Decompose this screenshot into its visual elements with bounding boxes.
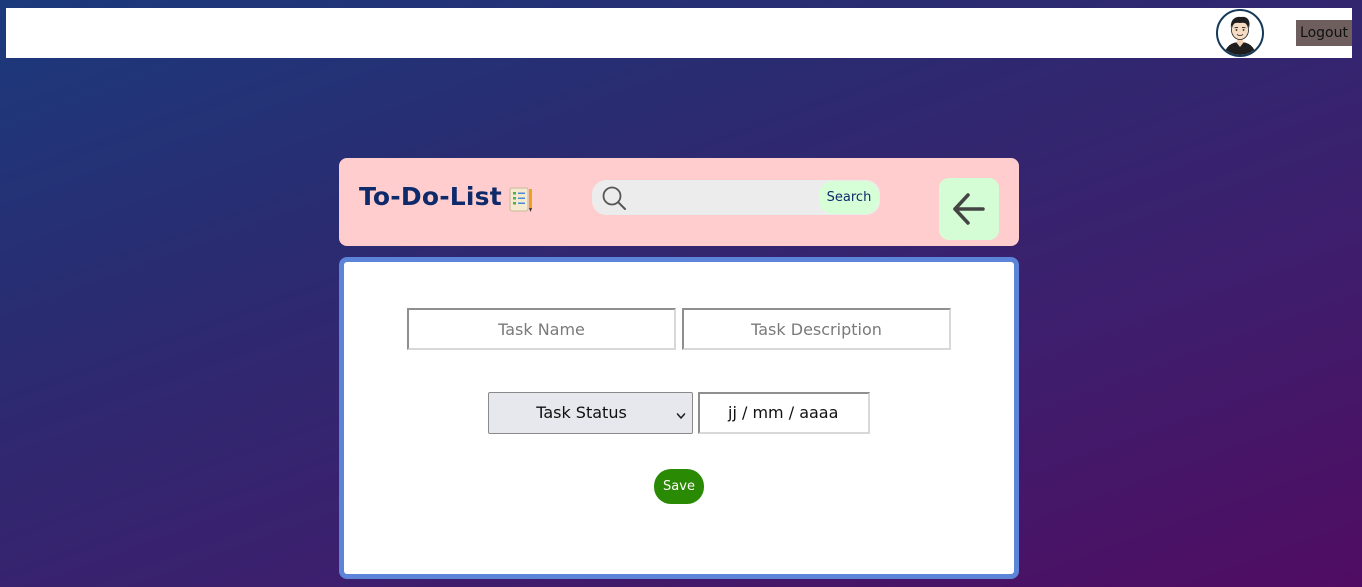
back-button[interactable] xyxy=(939,178,999,240)
search-icon xyxy=(600,184,628,212)
task-description-input[interactable] xyxy=(682,308,951,350)
notepad-icon xyxy=(508,186,534,214)
logout-button[interactable]: Logout xyxy=(1296,20,1352,46)
task-status-selected: Task Status xyxy=(536,403,627,422)
search-bar: Search xyxy=(592,180,880,215)
task-name-input[interactable] xyxy=(407,308,676,350)
date-placeholder: jj / mm / aaaa xyxy=(728,403,839,422)
save-button[interactable]: Save xyxy=(654,469,704,504)
app-title: To-Do-List xyxy=(359,182,502,211)
search-input[interactable] xyxy=(632,184,816,212)
chevron-down-icon xyxy=(676,407,686,419)
task-status-select[interactable]: Task Status xyxy=(488,392,693,434)
task-date-input[interactable]: jj / mm / aaaa xyxy=(698,392,870,434)
app-header: To-Do-List Search xyxy=(339,158,1019,246)
arrow-left-icon xyxy=(939,189,999,229)
user-avatar-icon[interactable] xyxy=(1216,9,1264,57)
top-navbar: Logout xyxy=(6,8,1352,58)
task-form: Task Status jj / mm / aaaa Save xyxy=(339,257,1019,579)
search-button[interactable]: Search xyxy=(819,181,879,214)
